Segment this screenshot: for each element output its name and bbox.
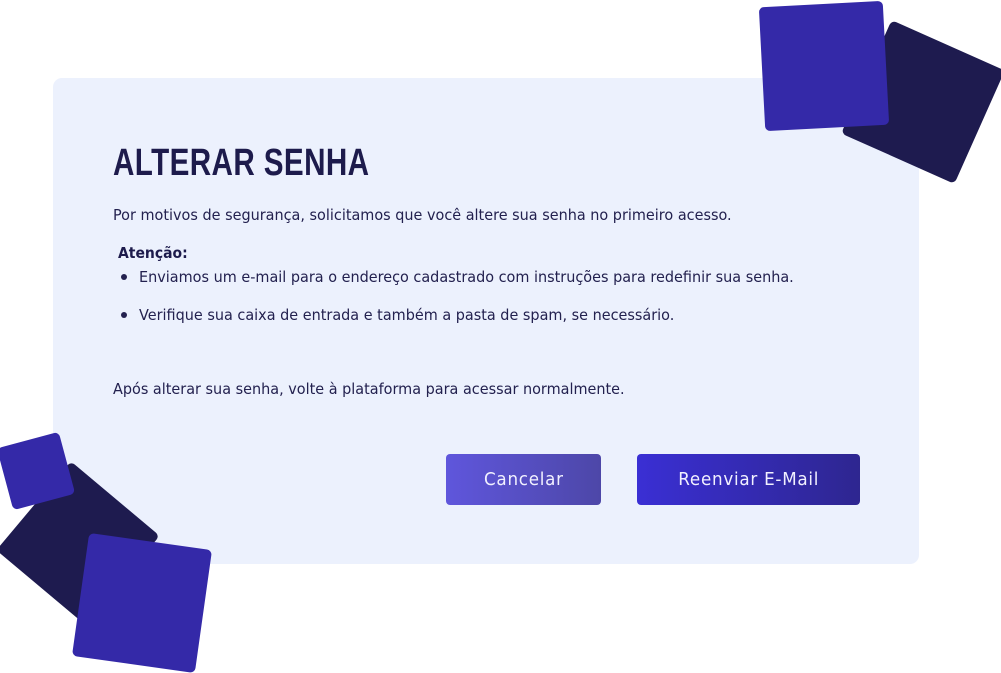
dialog-title: ALTERAR SENHA [113,142,370,184]
decorative-square-light-top-right [758,0,890,132]
resend-email-button[interactable]: Reenviar E-Mail [637,454,860,505]
list-item: Verifique sua caixa de entrada e também … [121,306,715,324]
bullet-icon [121,274,127,280]
attention-label: Atenção: [118,244,188,262]
list-item-text: Verifique sua caixa de entrada e também … [139,306,675,324]
page-stage: ALTERAR SENHA Por motivos de segurança, … [0,0,1001,673]
cancel-button[interactable]: Cancelar [446,454,601,505]
list-item: Enviamos um e-mail para o endereço cadas… [121,268,843,286]
list-item-text: Enviamos um e-mail para o endereço cadas… [139,268,794,286]
intro-text: Por motivos de segurança, solicitamos qu… [113,206,732,224]
cancel-button-label: Cancelar [483,469,564,490]
decorative-square-light-bottom-left [71,532,213,673]
bullet-icon [121,312,127,318]
after-change-text: Após alterar sua senha, volte à platafor… [113,380,625,398]
resend-email-button-label: Reenviar E-Mail [678,469,819,490]
